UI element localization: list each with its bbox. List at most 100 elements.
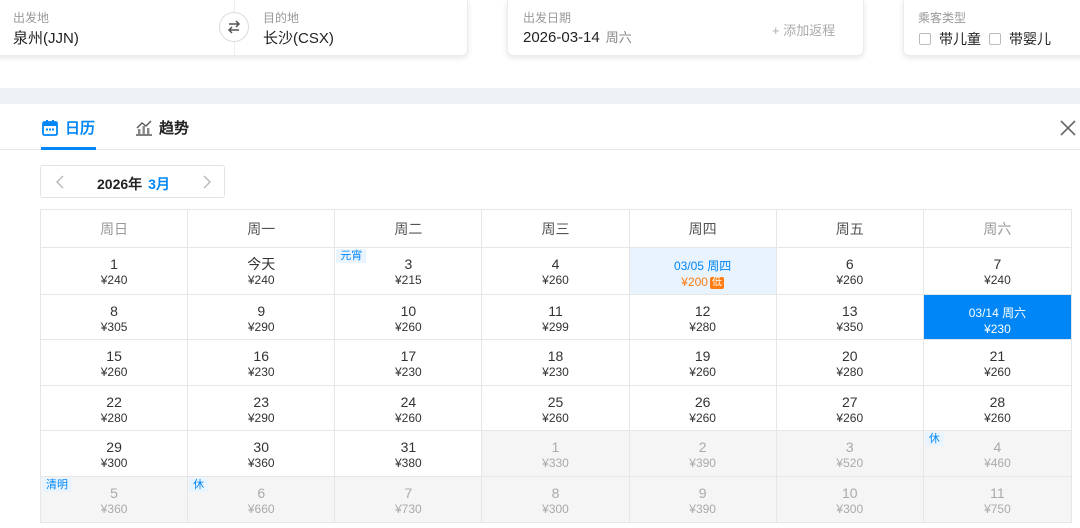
calendar-day-cell[interactable]: 21 ¥260	[923, 340, 1071, 385]
depart-date-field[interactable]: 2026-03-14 周六	[523, 27, 632, 46]
from-field[interactable]: 泉州(JJN)	[13, 27, 79, 48]
calendar-day-cell[interactable]: 26 ¥260	[629, 385, 777, 431]
calendar-day-cell[interactable]: 29 ¥300	[41, 431, 189, 476]
with-child-label: 带儿童	[939, 31, 981, 47]
day-price-row: ¥730	[335, 501, 481, 517]
calendar-day-cell[interactable]: 今天 ¥240	[188, 248, 336, 294]
calendar-day-cell[interactable]: 15 ¥260	[41, 340, 189, 385]
month-navigator: 2026年 3月	[40, 165, 225, 198]
calendar-day-cell[interactable]: 18 ¥230	[482, 340, 630, 385]
weekday-header-cell: 周六	[983, 221, 1012, 237]
calendar-day-cell[interactable]: 1 ¥240	[41, 248, 189, 294]
calendar-week-row: 1 ¥240 今天 ¥240 元宵 3 ¥215 4 ¥260 03/05 周四 ¥200 低 6 ¥26…	[41, 248, 1071, 294]
day-price: ¥240	[100, 273, 128, 287]
weekday-header-cell: 周一	[188, 210, 336, 247]
day-price-row: ¥660	[188, 501, 334, 517]
calendar-day-cell[interactable]: 28 ¥260	[923, 385, 1071, 431]
day-price: ¥390	[689, 501, 716, 516]
calendar-day-cell[interactable]: 13 ¥350	[776, 294, 924, 340]
day-price-row: ¥305	[41, 319, 187, 335]
calendar-day-cell[interactable]: 休 4 ¥460	[923, 431, 1071, 476]
calendar-day-cell[interactable]: 03/05 周四 ¥200 低	[629, 248, 777, 294]
weekday-header: 周日 周一 周二 周三 周四 周五 周六	[40, 209, 1072, 247]
search-bar: 出发地 泉州(JJN) 目的地 长沙(CSX) 出发日期 2026-03-14 周…	[0, 0, 1080, 92]
to-field[interactable]: 长沙(CSX)	[263, 27, 334, 48]
day-price-row: ¥260	[482, 272, 628, 288]
with-infant-checkbox[interactable]: 带婴儿	[989, 29, 1051, 49]
day-price-row: ¥750	[924, 501, 1071, 517]
calendar-day-cell[interactable]: 22 ¥280	[41, 385, 189, 431]
checkbox-icon	[989, 33, 1001, 45]
calendar-week-row: 22 ¥280 23 ¥290 24 ¥260 25 ¥260 26 ¥260 27 ¥260 28 ¥2…	[41, 384, 1071, 431]
day-label: 03/14 周六	[968, 305, 1027, 320]
calendar-day-cell[interactable]: 3 ¥520	[776, 431, 924, 476]
swap-arrows-icon	[227, 20, 241, 34]
weekday-header-cell: 周三	[482, 210, 630, 247]
close-icon[interactable]	[1058, 118, 1078, 138]
calendar-day-cell[interactable]: 17 ¥230	[335, 340, 483, 385]
day-price-row: ¥260	[630, 364, 776, 380]
chevron-right-icon[interactable]	[198, 174, 214, 190]
day-price-row: ¥300	[482, 501, 628, 517]
calendar-day-cell[interactable]: 元宵 3 ¥215	[335, 248, 483, 294]
calendar-day-cell[interactable]: 12 ¥280	[629, 294, 777, 340]
calendar-day-cell[interactable]: 24 ¥260	[335, 385, 483, 431]
calendar-day-cell[interactable]: 11 ¥750	[923, 476, 1071, 522]
day-label: 6	[257, 484, 266, 501]
calendar-day-cell[interactable]: 23 ¥290	[188, 385, 336, 431]
calendar-day-cell[interactable]: 7 ¥730	[335, 476, 483, 522]
date-selector: 出发日期 2026-03-14 周六 + 添加返程	[507, 0, 864, 56]
calendar-day-cell[interactable]: 清明 5 ¥360	[41, 476, 189, 522]
calendar-day-cell[interactable]: 6 ¥260	[776, 248, 924, 294]
day-price-row: ¥230	[188, 364, 334, 380]
tab-calendar[interactable]: 日历	[41, 117, 95, 138]
calendar-day-cell[interactable]: 9 ¥390	[629, 476, 777, 522]
calendar-day-cell[interactable]: 27 ¥260	[776, 385, 924, 431]
calendar-day-cell[interactable]: 11 ¥299	[482, 294, 630, 340]
day-price: ¥460	[984, 456, 1011, 471]
day-price-row: ¥280	[630, 319, 776, 335]
calendar-day-cell[interactable]: 25 ¥260	[482, 385, 630, 431]
calendar-day-cell[interactable]: 10 ¥260	[335, 294, 483, 340]
depart-date-label: 出发日期	[523, 11, 572, 25]
calendar-day-cell[interactable]: 7 ¥240	[923, 248, 1071, 294]
price-calendar: 周日 周一 周二 周三 周四 周五 周六 1 ¥240 今天 ¥240 元宵 3 ¥215 4 ¥260 03…	[40, 209, 1072, 523]
day-price: ¥230	[984, 321, 1011, 336]
calendar-day-cell[interactable]: 19 ¥260	[629, 340, 777, 385]
with-child-checkbox[interactable]: 带儿童	[919, 29, 981, 49]
add-return-button[interactable]: + 添加返程	[772, 20, 835, 39]
depart-date-value: 2026-03-14	[523, 29, 600, 46]
day-price: ¥260	[836, 273, 864, 287]
calendar-day-cell[interactable]: 30 ¥360	[188, 431, 336, 476]
calendar-day-cell[interactable]: 03/14 周六 ¥230	[923, 294, 1071, 340]
day-price: ¥305	[100, 319, 128, 334]
day-price: ¥240	[984, 273, 1011, 287]
calendar-day-cell[interactable]: 1 ¥330	[482, 431, 630, 476]
calendar-day-cell[interactable]: 2 ¥390	[629, 431, 777, 476]
calendar-day-cell[interactable]: 8 ¥305	[41, 294, 189, 340]
holiday-tag: 休	[189, 477, 209, 492]
calendar-day-cell[interactable]: 16 ¥230	[188, 340, 336, 385]
calendar-day-cell[interactable]: 8 ¥300	[482, 476, 630, 522]
calendar-day-cell[interactable]: 31 ¥380	[335, 431, 483, 476]
weekday-header-cell: 周四	[630, 210, 777, 247]
calendar-day-cell[interactable]: 4 ¥260	[482, 248, 630, 294]
day-label: 11	[548, 302, 563, 319]
day-label: 3	[845, 439, 854, 456]
day-label: 17	[400, 348, 417, 365]
day-label: 15	[106, 348, 122, 365]
holiday-tag: 休	[924, 432, 944, 447]
calendar-day-cell[interactable]: 9 ¥290	[188, 294, 336, 340]
day-price: ¥260	[689, 365, 716, 380]
day-label: 8	[551, 484, 560, 501]
calendar-day-cell[interactable]: 20 ¥280	[776, 340, 924, 385]
calendar-day-cell[interactable]: 休 6 ¥660	[188, 476, 336, 522]
day-price-row: ¥290	[188, 410, 334, 426]
day-price-row: ¥280	[777, 364, 923, 380]
day-price: ¥299	[542, 319, 569, 334]
swap-button[interactable]	[219, 12, 249, 42]
day-price-row: ¥215	[335, 272, 481, 288]
day-price-row: ¥240	[188, 272, 334, 288]
calendar-day-cell[interactable]: 10 ¥300	[776, 476, 924, 522]
tab-trend[interactable]: 趋势	[135, 117, 189, 138]
